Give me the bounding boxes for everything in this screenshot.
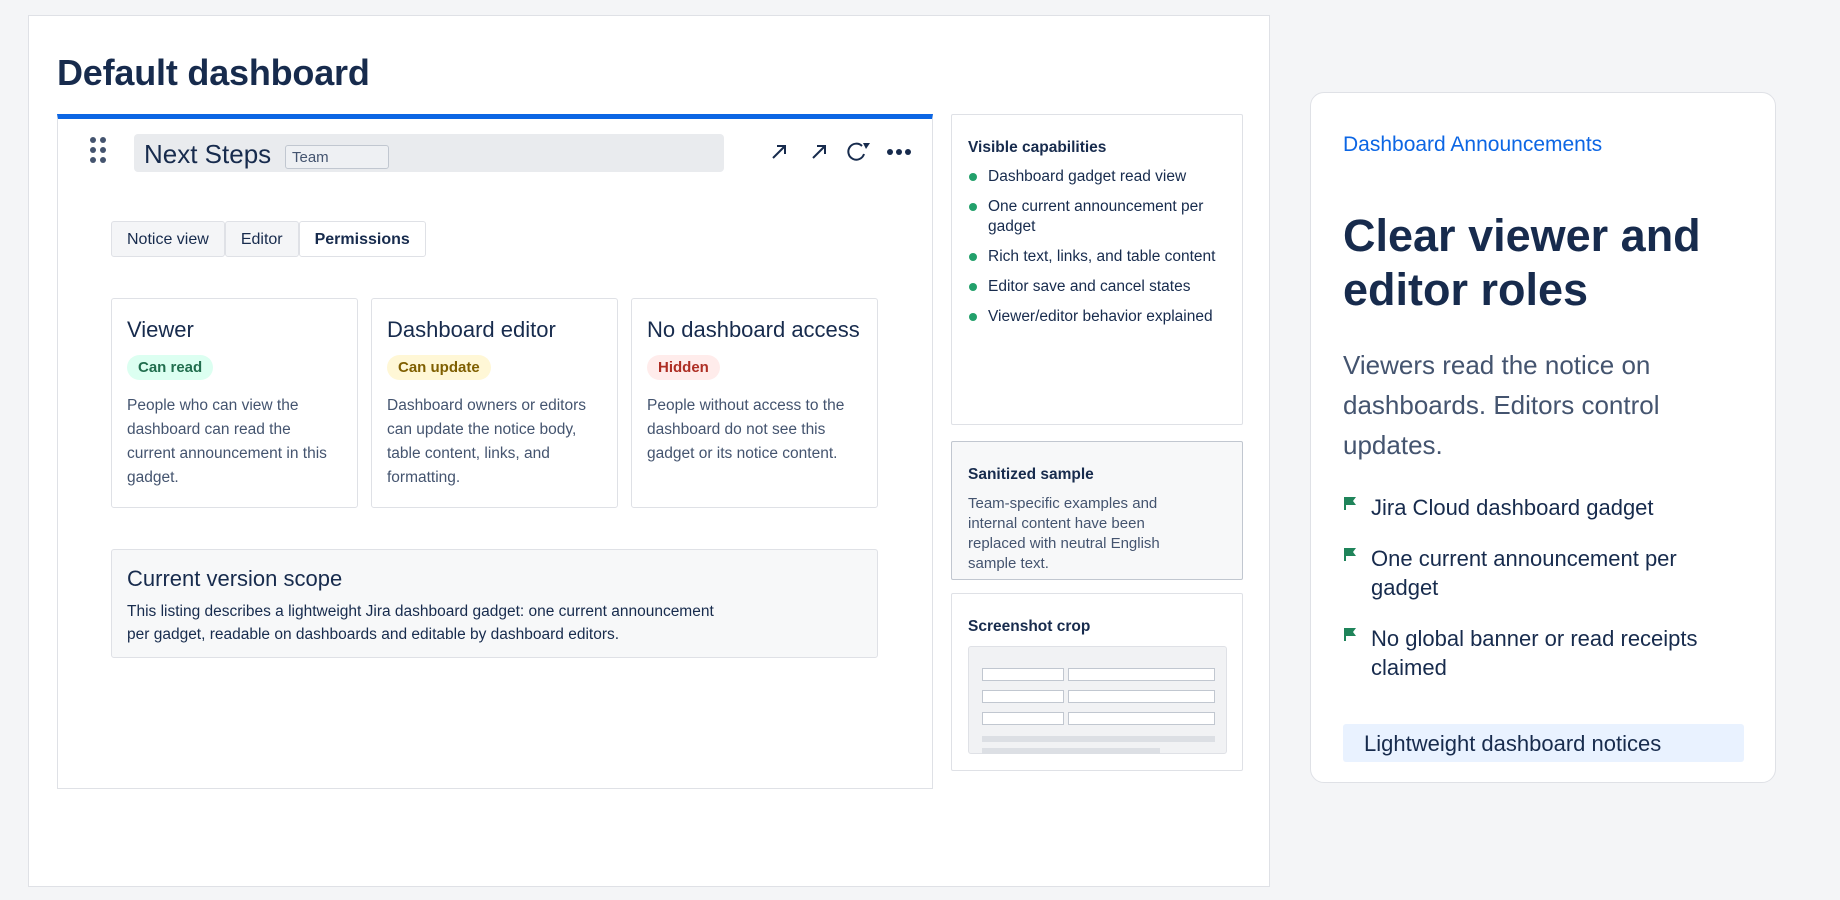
status-badge: Can update (387, 355, 491, 380)
status-badge: Hidden (647, 355, 720, 380)
role-card-no-access: No dashboard access Hidden People withou… (631, 298, 878, 508)
list-item: Dashboard gadget read view (968, 167, 1226, 187)
promo-panel: Dashboard Announcements Clear viewer and… (1310, 92, 1776, 783)
gadget-tabs: Notice view Editor Permissions (111, 221, 426, 257)
flag-icon (1344, 628, 1356, 641)
gadget-title-bar: Next Steps (134, 134, 724, 172)
promo-subtitle: Viewers read the notice on dashboards. E… (1343, 350, 1660, 460)
capabilities-list: Dashboard gadget read view One current a… (968, 167, 1226, 327)
promo-title: Clear viewer and editor roles (1343, 210, 1701, 315)
dashboard-canvas: Default dashboard Next Steps Notice view (28, 15, 1270, 887)
gadget-next-steps: Next Steps Notice view Editor Permission… (57, 114, 933, 789)
refresh-icon[interactable] (846, 139, 872, 165)
gadget-toolbar (766, 139, 912, 165)
capabilities-heading: Visible capabilities (968, 139, 1107, 156)
gadget-title: Next Steps (144, 139, 272, 169)
role-title: No dashboard access (647, 317, 860, 342)
dashboard-announcements-link[interactable]: Dashboard Announcements (1343, 133, 1602, 157)
bullet-text: Jira Cloud dashboard gadget (1371, 495, 1654, 520)
more-icon[interactable] (886, 139, 912, 165)
role-description: People without access to the dashboard d… (647, 397, 845, 462)
role-card-dashboard-editor: Dashboard editor Can update Dashboard ow… (371, 298, 618, 508)
role-title: Viewer (127, 317, 194, 342)
tab-editor[interactable]: Editor (224, 221, 299, 257)
list-item: One current announcement per gadget (968, 197, 1226, 237)
list-item: Rich text, links, and table content (968, 247, 1226, 267)
scope-text: This listing describes a lightweight Jir… (127, 603, 714, 643)
tab-permissions[interactable]: Permissions (298, 221, 426, 257)
sample-heading: Sanitized sample (968, 466, 1094, 483)
tab-notice-view[interactable]: Notice view (111, 221, 225, 257)
promo-bullets: Jira Cloud dashboard gadget One current … (1343, 493, 1723, 704)
list-item: Jira Cloud dashboard gadget (1343, 493, 1723, 522)
scope-title: Current version scope (127, 566, 343, 591)
bullet-text: One current announcement per gadget (1371, 546, 1677, 600)
crop-heading: Screenshot crop (968, 618, 1091, 635)
screenshot-crop-thumbnail (968, 646, 1227, 754)
promo-chip: Lightweight dashboard notices (1343, 724, 1744, 762)
flag-icon (1344, 548, 1356, 561)
sample-text: Team-specific examples and internal cont… (968, 495, 1160, 572)
expand-arrow-icon[interactable] (766, 139, 792, 165)
drag-handle-icon[interactable] (90, 137, 108, 165)
screenshot-crop-card: Screenshot crop (951, 593, 1243, 771)
flag-icon (1344, 497, 1356, 510)
role-description: Dashboard owners or editors can update t… (387, 397, 587, 486)
sanitized-sample-card: Sanitized sample Team-specific examples … (951, 441, 1243, 580)
version-scope-panel: Current version scope This listing descr… (111, 549, 878, 658)
page-title: Default dashboard (57, 52, 370, 93)
role-title: Dashboard editor (387, 317, 556, 342)
capabilities-card: Visible capabilities Dashboard gadget re… (951, 114, 1243, 425)
list-item: Editor save and cancel states (968, 277, 1226, 297)
bullet-text: No global banner or read receipts claime… (1371, 626, 1698, 680)
status-badge: Can read (127, 355, 214, 380)
role-description: People who can view the dashboard can re… (127, 397, 327, 486)
role-card-viewer: Viewer Can read People who can view the … (111, 298, 358, 508)
list-item: One current announcement per gadget (1343, 544, 1723, 602)
open-arrow-icon[interactable] (806, 139, 832, 165)
team-input[interactable] (285, 145, 389, 169)
list-item: No global banner or read receipts claime… (1343, 624, 1723, 682)
list-item: Viewer/editor behavior explained (968, 307, 1226, 327)
